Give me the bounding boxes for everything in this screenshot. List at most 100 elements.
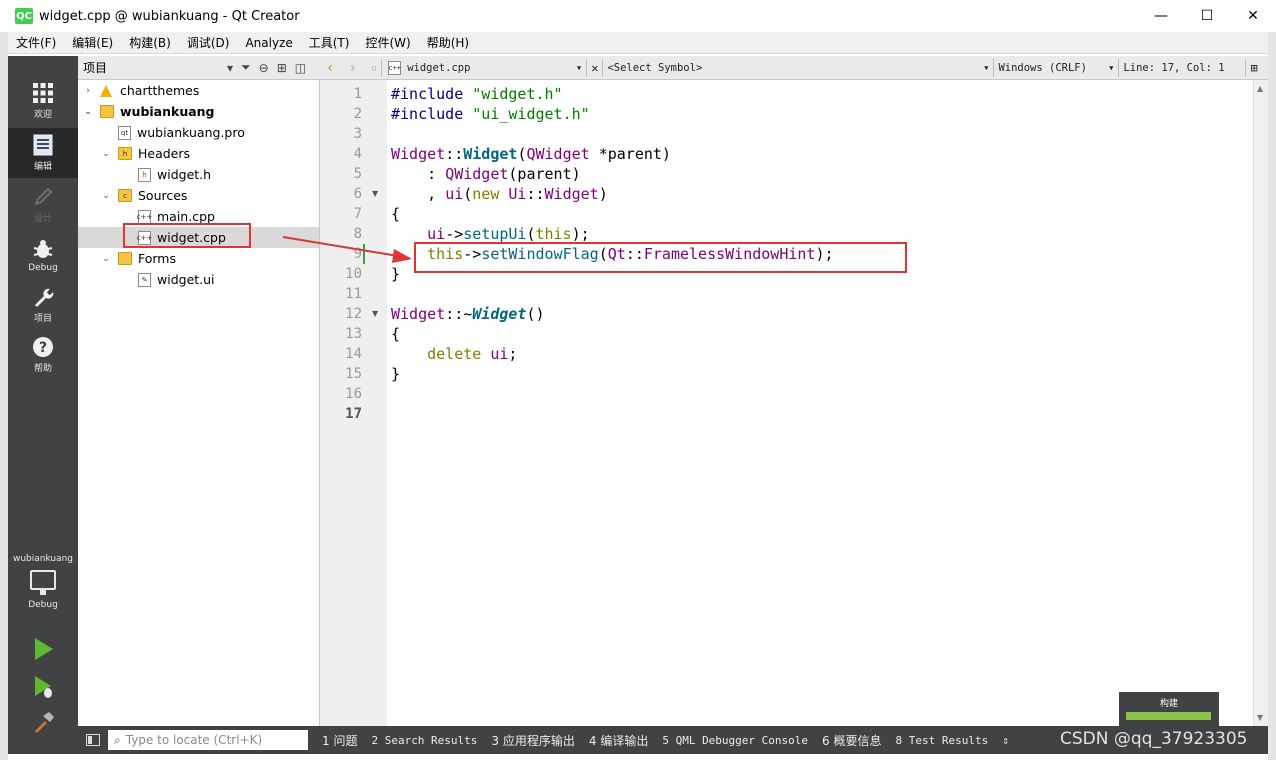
menu-edit[interactable]: 编辑(E) (64, 34, 121, 51)
annotation-box-code (414, 242, 907, 273)
watermark: CSDN @qq_37923305 (1060, 729, 1248, 749)
line-number: 13 (345, 326, 362, 342)
menu-debug[interactable]: 调试(D) (179, 34, 238, 51)
line-number: 9 (353, 246, 362, 262)
code-token: #include (391, 105, 464, 123)
collapse-arrow-icon[interactable]: ⌄ (82, 107, 94, 117)
code-token: :: (526, 185, 545, 203)
window-controls: — ☐ ✕ (1138, 0, 1276, 32)
tab-qml-debugger-console[interactable]: 5 QML Debugger Console (662, 734, 808, 747)
close-button[interactable]: ✕ (1230, 0, 1276, 32)
tree-item-label: Headers (138, 146, 191, 161)
debug-run-icon[interactable] (33, 674, 55, 700)
fold-arrow-icon[interactable]: ▼ (372, 309, 378, 318)
help-icon: ? (33, 337, 53, 357)
document-icon (33, 134, 53, 156)
project-view-selector[interactable]: 项目 (83, 59, 223, 76)
editor-toolbar: ‹ › ▫ c++ widget.cpp ▾ ✕ <Select Symbol>… (320, 56, 1268, 80)
symbol-combo[interactable]: <Select Symbol> ▾ (607, 62, 989, 74)
code-token: : (391, 165, 446, 183)
tab-application-output[interactable]: 3 应用程序输出 (491, 732, 574, 749)
minimize-button[interactable]: — (1138, 0, 1184, 32)
run-icon[interactable] (33, 636, 55, 662)
window-title: widget.cpp @ wubiankuang - Qt Creator (39, 8, 300, 24)
tab-compile-output[interactable]: 4 编译输出 (589, 732, 648, 749)
close-document-icon[interactable]: ✕ (591, 61, 598, 75)
mode-welcome[interactable]: 欢迎 (8, 76, 78, 126)
code-token: ) (598, 185, 608, 203)
tree-item-wubiankuang[interactable]: ⌄ wubiankuang (78, 101, 319, 122)
mode-help[interactable]: ? 帮助 (8, 330, 78, 380)
maximize-button[interactable]: ☐ (1184, 0, 1230, 32)
code-line-14: delete ui; (391, 344, 517, 364)
split-editor-icon[interactable]: ⊞ (1250, 61, 1257, 75)
open-documents-combo[interactable]: widget.cpp ▾ (407, 62, 582, 74)
tree-item-pro-file[interactable]: qt wubiankuang.pro (78, 122, 319, 143)
line-endings-combo[interactable]: Windows (CRLF) ▾ (998, 62, 1114, 74)
grid-icon (33, 83, 53, 103)
tree-item-widget-h[interactable]: h widget.h (78, 164, 319, 185)
tab-issues[interactable]: 1 问题 (322, 732, 357, 749)
code-token: (parent) (508, 165, 581, 183)
menu-help[interactable]: 帮助(H) (419, 34, 477, 51)
code-token: ; (508, 345, 518, 363)
tree-item-headers[interactable]: ⌄ h Headers (78, 143, 319, 164)
line-number: 4 (353, 146, 362, 162)
fold-arrow-icon[interactable]: ▼ (372, 189, 378, 198)
forward-icon[interactable]: › (348, 60, 356, 76)
menu-file[interactable]: 文件(F) (8, 34, 64, 51)
tree-item-sources[interactable]: ⌄ c Sources (78, 185, 319, 206)
locator-input[interactable]: ⌕ Type to locate (Ctrl+K) (108, 730, 308, 750)
code-token: Widget (391, 305, 446, 323)
tree-item-chartthemes[interactable]: › chartthemes (78, 80, 319, 101)
editor-vertical-scrollbar[interactable]: ▲ ▼ (1253, 80, 1268, 726)
menu-tools[interactable]: 工具(T) (301, 34, 358, 51)
menu-widgets[interactable]: 控件(W) (357, 34, 418, 51)
title-bar: QC widget.cpp @ wubiankuang - Qt Creator… (0, 0, 1276, 32)
scroll-down-icon[interactable]: ▼ (1257, 713, 1263, 722)
kit-selector[interactable]: wubiankuang Debug (8, 548, 78, 610)
back-icon[interactable]: ‹ (326, 60, 334, 76)
build-progress[interactable]: 构建 (1119, 692, 1219, 726)
toggle-sidebar-icon[interactable] (86, 734, 100, 746)
code-token: #include (391, 85, 464, 103)
tree-item-widget-ui[interactable]: ✎ widget.ui (78, 269, 319, 290)
dropdown-arrow-icon: ▾ (575, 61, 583, 74)
mode-projects[interactable]: 项目 (8, 280, 78, 330)
tree-item-forms[interactable]: ⌄ Forms (78, 248, 319, 269)
qt-creator-logo-icon: QC (15, 8, 33, 24)
cursor-position[interactable]: Line: 17, Col: 1 (1123, 62, 1241, 74)
mode-debug[interactable]: Debug (8, 230, 78, 280)
dropdown-arrow-icon[interactable]: ▾ (227, 61, 233, 75)
collapse-arrow-icon[interactable]: ⌄ (100, 191, 112, 201)
tab-test-results[interactable]: 8 Test Results (895, 734, 988, 747)
code-line-15: } (391, 365, 401, 383)
lock-icon: ▫ (370, 61, 378, 74)
expand-arrow-icon[interactable]: › (82, 86, 94, 96)
search-icon: ⌕ (114, 732, 121, 747)
code-line-6: , ui(new Ui::Widget) (391, 184, 608, 204)
code-token: Widget (463, 145, 518, 163)
link-icon[interactable]: ⊖ (259, 61, 269, 75)
collapse-arrow-icon[interactable]: ⌄ (100, 254, 112, 264)
code-token: this (535, 225, 572, 243)
close-panel-icon[interactable]: ◫ (295, 61, 306, 75)
menu-build[interactable]: 构建(B) (121, 34, 179, 51)
code-token: ); (571, 225, 590, 243)
filter-icon[interactable]: ⏷ (241, 60, 251, 75)
mode-edit[interactable]: 编辑 (8, 128, 78, 178)
more-tabs-icon[interactable]: ⇕ (1002, 734, 1009, 747)
tree-item-label: widget.ui (157, 272, 215, 287)
line-number: 6 (353, 186, 362, 202)
menu-analyze[interactable]: Analyze (237, 36, 300, 50)
tab-search-results[interactable]: 2 Search Results (371, 734, 477, 747)
collapse-arrow-icon[interactable]: ⌄ (100, 149, 112, 159)
line-number: 7 (353, 206, 362, 222)
hammer-build-icon[interactable] (33, 710, 55, 736)
split-icon[interactable]: ⊞ (277, 61, 287, 75)
mode-design[interactable]: 设计 (8, 180, 78, 230)
code-token: new (472, 185, 500, 203)
tab-general-messages[interactable]: 6 概要信息 (822, 732, 881, 749)
line-number: 16 (345, 386, 362, 402)
scroll-up-icon[interactable]: ▲ (1257, 84, 1263, 93)
